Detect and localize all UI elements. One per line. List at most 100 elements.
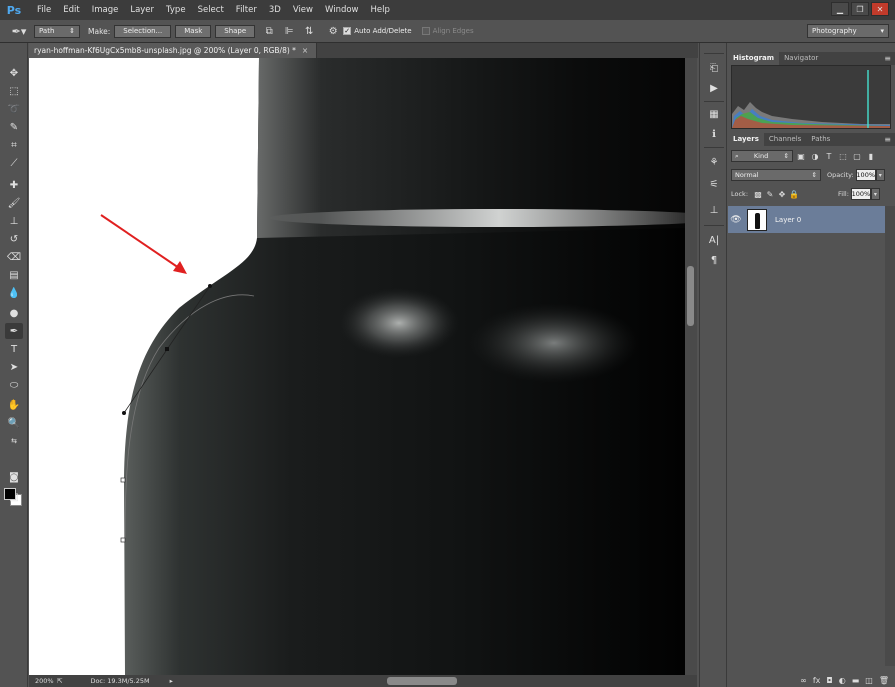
- pen-tool-icon[interactable]: ✒: [5, 323, 23, 339]
- add-mask-icon[interactable]: ◘: [826, 676, 832, 685]
- info-panel-icon[interactable]: ℹ: [706, 127, 722, 141]
- shape-filter-icon[interactable]: ⬚: [837, 150, 849, 162]
- folder-icon[interactable]: ▬: [852, 676, 860, 685]
- actions-panel-icon[interactable]: ▶: [706, 81, 722, 95]
- link-layers-icon[interactable]: ∞: [800, 676, 807, 685]
- fill-dropdown-icon[interactable]: ▾: [870, 188, 880, 200]
- lasso-tool-icon[interactable]: ➰: [5, 101, 23, 117]
- new-layer-icon[interactable]: ◫: [865, 676, 873, 685]
- layer-row[interactable]: 👁 Layer 0: [728, 206, 885, 233]
- panel-menu-icon[interactable]: ≡: [884, 133, 891, 146]
- menu-image[interactable]: Image: [86, 0, 125, 20]
- dodge-tool-icon[interactable]: ●: [5, 305, 23, 321]
- brush-presets-panel-icon[interactable]: ⚘: [706, 155, 722, 169]
- menu-select[interactable]: Select: [192, 0, 230, 20]
- brush-panel-icon[interactable]: ⚟: [706, 177, 722, 191]
- export-icon[interactable]: ⇱: [57, 677, 62, 685]
- zoom-level[interactable]: 200%: [29, 677, 57, 685]
- maximize-button[interactable]: ❐: [851, 2, 869, 16]
- foreground-color-swatch[interactable]: [4, 488, 16, 500]
- crop-tool-icon[interactable]: ⌗: [5, 137, 23, 153]
- make-shape-button[interactable]: Shape: [215, 24, 256, 38]
- close-button[interactable]: ✕: [871, 2, 889, 16]
- layer-style-icon[interactable]: fx: [813, 676, 821, 685]
- quick-mask-icon[interactable]: ◙: [5, 469, 23, 485]
- canvas-vertical-scrollbar[interactable]: [685, 58, 697, 675]
- adjustments-panel-icon[interactable]: ▦: [706, 107, 722, 121]
- lock-transparent-icon[interactable]: ▩: [752, 188, 764, 200]
- vertical-scroll-thumb[interactable]: [687, 266, 694, 326]
- panel-menu-icon[interactable]: ≡: [884, 52, 891, 65]
- fill-input[interactable]: 100%: [850, 188, 871, 200]
- spot-healing-tool-icon[interactable]: ✚: [5, 177, 23, 193]
- make-mask-button[interactable]: Mask: [175, 24, 212, 38]
- auto-add-delete-checkbox[interactable]: ✓ Auto Add/Delete: [343, 27, 412, 35]
- blend-mode-select[interactable]: Normal ⇕: [731, 169, 821, 181]
- paragraph-panel-icon[interactable]: ¶: [706, 253, 722, 267]
- path-operations-icon[interactable]: ⧉: [261, 24, 277, 38]
- eye-icon[interactable]: 👁: [728, 215, 744, 225]
- lock-position-icon[interactable]: ✥: [776, 188, 788, 200]
- marquee-tool-icon[interactable]: ⬚: [5, 83, 23, 99]
- path-alignment-icon[interactable]: ⊫: [281, 24, 297, 38]
- menu-window[interactable]: Window: [319, 0, 365, 20]
- filter-toggle-icon[interactable]: ▮: [865, 150, 877, 162]
- lock-all-icon[interactable]: 🔒: [788, 188, 800, 200]
- trash-icon[interactable]: 🗑: [879, 676, 889, 685]
- menu-layer[interactable]: Layer: [124, 0, 160, 20]
- quick-select-tool-icon[interactable]: ✎: [5, 119, 23, 135]
- type-tool-icon[interactable]: T: [5, 341, 23, 357]
- gear-icon[interactable]: ⚙: [325, 24, 341, 38]
- gradient-tool-icon[interactable]: ▤: [5, 267, 23, 283]
- menu-file[interactable]: File: [31, 0, 57, 20]
- document-tab[interactable]: ryan-hoffman-Kf6UgCx5mb8-unsplash.jpg @ …: [29, 43, 318, 58]
- align-edges-checkbox[interactable]: Align Edges: [421, 27, 474, 35]
- lock-pixels-icon[interactable]: ✎: [764, 188, 776, 200]
- layers-scrollbar[interactable]: [885, 206, 895, 666]
- blur-tool-icon[interactable]: 💧: [5, 285, 23, 301]
- zoom-tool-icon[interactable]: 🔍: [5, 415, 23, 431]
- swap-colors-icon[interactable]: ⇆: [5, 433, 23, 449]
- pen-tool-preset-icon[interactable]: ✒▾: [4, 25, 34, 38]
- menu-view[interactable]: View: [287, 0, 319, 20]
- ellipse-tool-icon[interactable]: ⬭: [5, 377, 23, 393]
- status-arrow-icon[interactable]: ▸: [170, 677, 173, 685]
- menu-help[interactable]: Help: [365, 0, 396, 20]
- history-brush-tool-icon[interactable]: ↺: [5, 231, 23, 247]
- opacity-dropdown-icon[interactable]: ▾: [875, 169, 885, 181]
- workspace-select[interactable]: Photography ▾: [807, 24, 889, 38]
- eraser-tool-icon[interactable]: ⌫: [5, 249, 23, 265]
- character-panel-icon[interactable]: A|: [706, 233, 722, 247]
- move-tool-icon[interactable]: ✥: [5, 65, 23, 81]
- make-selection-button[interactable]: Selection...: [114, 24, 172, 38]
- brush-tool-icon[interactable]: 🖌: [5, 195, 23, 211]
- tab-navigator[interactable]: Navigator: [779, 52, 823, 65]
- tab-paths[interactable]: Paths: [806, 133, 835, 146]
- eyedropper-tool-icon[interactable]: ⟋: [5, 155, 23, 171]
- clone-source-panel-icon[interactable]: ⊥: [706, 203, 722, 217]
- path-arrangement-icon[interactable]: ⇅: [301, 24, 317, 38]
- adjustment-layer-icon[interactable]: ◐: [839, 676, 846, 685]
- tab-layers[interactable]: Layers: [728, 133, 764, 146]
- horizontal-scroll-thumb[interactable]: [387, 677, 457, 685]
- pen-mode-select[interactable]: Path ⇕: [34, 24, 80, 38]
- hand-tool-icon[interactable]: ✋: [5, 397, 23, 413]
- minimize-button[interactable]: ▁: [831, 2, 849, 16]
- pixel-filter-icon[interactable]: ▣: [795, 150, 807, 162]
- tab-channels[interactable]: Channels: [764, 133, 806, 146]
- tab-histogram[interactable]: Histogram: [728, 52, 780, 65]
- adjustment-filter-icon[interactable]: ◑: [809, 150, 821, 162]
- menu-type[interactable]: Type: [160, 0, 192, 20]
- kind-filter-select[interactable]: ⌕ Kind ⇕: [731, 150, 793, 162]
- document-canvas[interactable]: [29, 58, 685, 675]
- clone-stamp-tool-icon[interactable]: ⊥: [5, 213, 23, 229]
- path-selection-tool-icon[interactable]: ➤: [5, 359, 23, 375]
- opacity-input[interactable]: 100%: [855, 169, 876, 181]
- type-filter-icon[interactable]: T: [823, 150, 835, 162]
- menu-filter[interactable]: Filter: [230, 0, 263, 20]
- menu-edit[interactable]: Edit: [57, 0, 85, 20]
- smart-object-filter-icon[interactable]: ▢: [851, 150, 863, 162]
- history-panel-icon[interactable]: ⎗: [706, 61, 722, 75]
- menu-3d[interactable]: 3D: [263, 0, 287, 20]
- close-tab-icon[interactable]: ×: [302, 46, 308, 55]
